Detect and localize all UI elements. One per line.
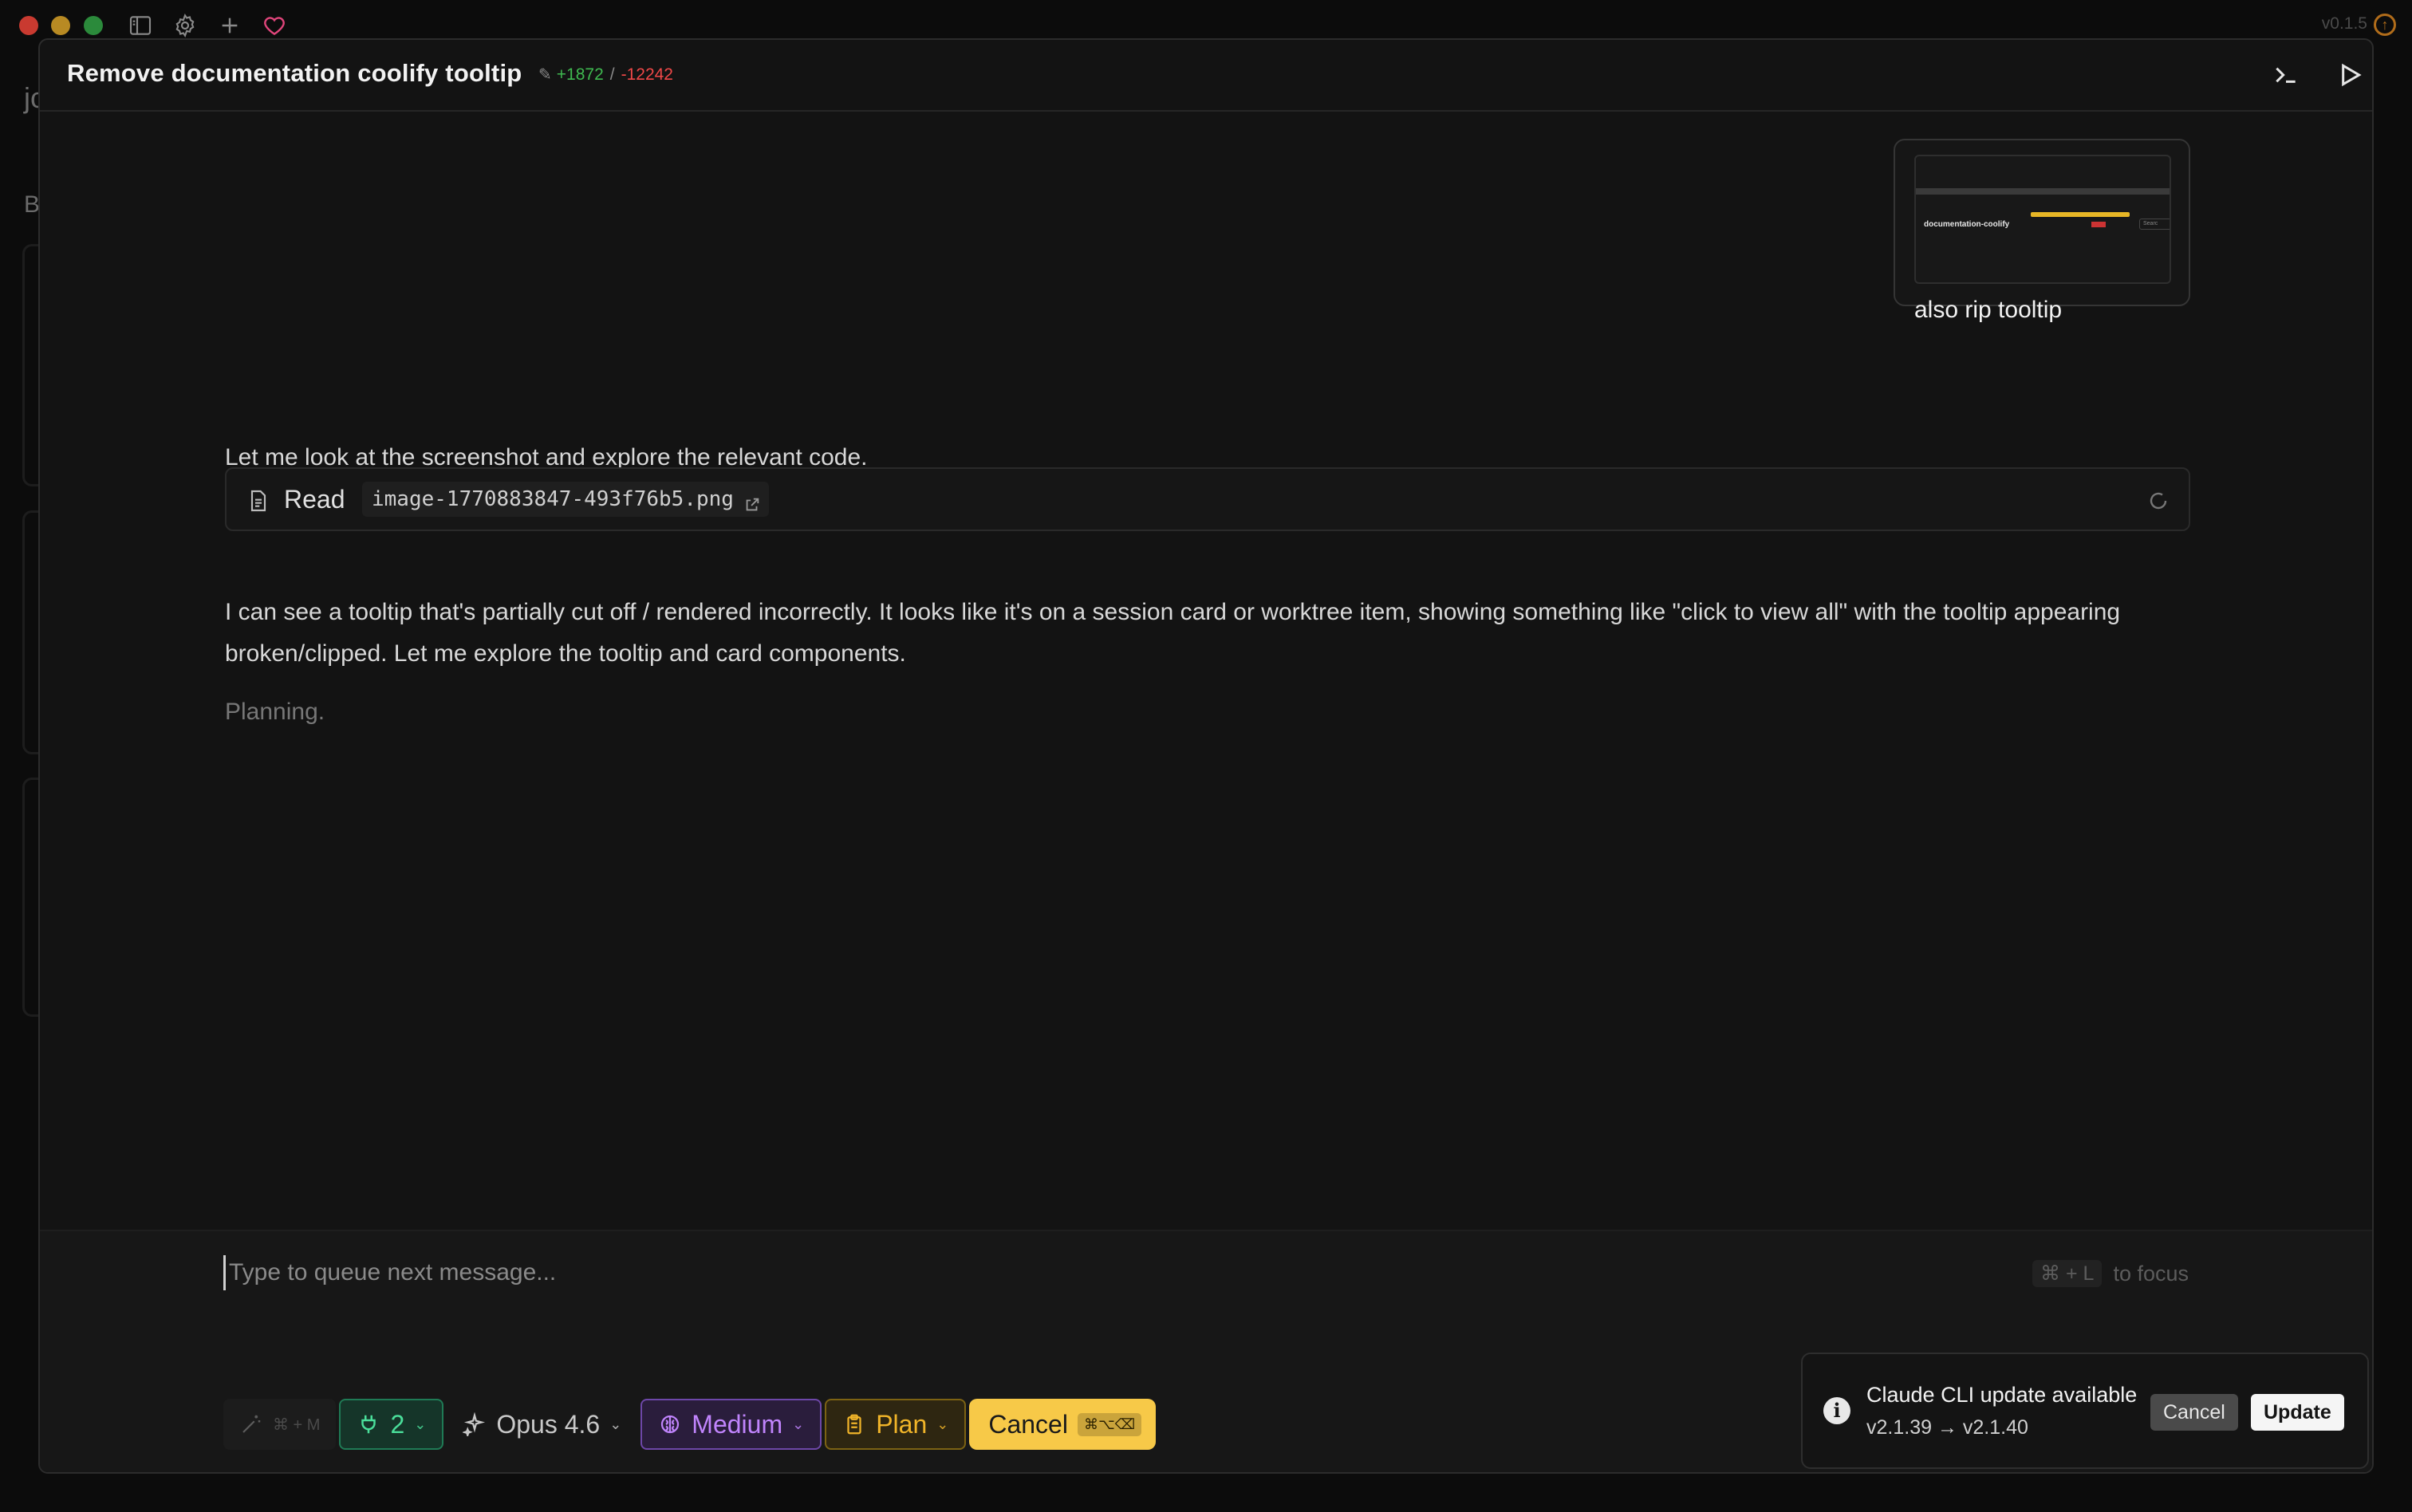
deletions-count: -12242 <box>621 65 673 84</box>
user-message: documentation-coolify Searc also rip too… <box>1894 139 2190 323</box>
chevron-down-icon: ⌄ <box>936 1416 949 1432</box>
planning-status: Planning. <box>225 699 325 725</box>
screenshot-thumbnail[interactable]: documentation-coolify Searc <box>1914 155 2171 284</box>
branch-count: 2 <box>390 1409 405 1439</box>
terminal-icon[interactable] <box>2270 59 2302 91</box>
enhance-prompt-button[interactable]: ⌘ + M <box>223 1399 337 1450</box>
play-icon[interactable] <box>2334 59 2366 91</box>
tool-call-row[interactable]: Read image-1770883847-493f76b5.png <box>225 467 2190 531</box>
toast-cancel-button[interactable]: Cancel <box>2150 1394 2238 1431</box>
session-modal: Remove documentation coolify tooltip ✎ +… <box>38 38 2374 1474</box>
file-path-text: image-1770883847-493f76b5.png <box>372 487 734 511</box>
mode-selector[interactable]: Plan ⌄ <box>825 1399 967 1450</box>
focus-shortcut: ⌘ + L <box>2032 1260 2103 1287</box>
loading-spinner-icon <box>2149 491 2168 510</box>
toast-update-button[interactable]: Update <box>2251 1394 2344 1431</box>
thumbnail-tooltip <box>2031 212 2130 217</box>
update-arrow-icon[interactable]: ↑ <box>2374 14 2396 36</box>
chevron-down-icon: ⌄ <box>414 1416 427 1432</box>
effort-selector[interactable]: Medium ⌄ <box>640 1399 822 1450</box>
diff-stats: ✎ +1872 / -12242 <box>538 65 673 85</box>
thumbnail-badge <box>2091 222 2106 227</box>
mode-name: Plan <box>876 1409 928 1439</box>
gear-icon[interactable] <box>172 13 198 38</box>
cancel-run-label: Cancel <box>988 1409 1068 1439</box>
focus-hint-label: to focus <box>2113 1261 2189 1286</box>
pencil-icon: ✎ <box>538 66 552 84</box>
brain-icon <box>661 1415 680 1434</box>
sidebar-icon[interactable] <box>128 13 153 38</box>
chevron-down-icon: ⌄ <box>792 1416 805 1432</box>
sparkle-icon <box>463 1412 486 1436</box>
model-selector[interactable]: Opus 4.6 ⌄ <box>447 1399 637 1450</box>
plus-icon[interactable] <box>217 13 242 38</box>
toast-title: Claude CLI update available <box>1866 1383 2138 1407</box>
update-toast: i Claude CLI update available v2.1.39 → … <box>1801 1353 2369 1469</box>
additions-count: +1872 <box>556 65 604 84</box>
thumbnail-bar <box>1916 188 2170 195</box>
branch-selector[interactable]: 2 ⌄ <box>339 1399 444 1450</box>
external-link-icon[interactable] <box>743 490 761 511</box>
session-header: Remove documentation coolify tooltip ✎ +… <box>40 40 2372 112</box>
user-message-text: also rip tooltip <box>1914 297 2063 323</box>
tool-call-label: Read <box>284 485 345 514</box>
maximize-window-button[interactable] <box>84 16 103 35</box>
thumbnail-caption: documentation-coolify <box>1924 220 2010 229</box>
diff-separator: / <box>609 65 615 84</box>
heart-icon[interactable] <box>262 13 287 38</box>
model-name: Opus 4.6 <box>496 1409 601 1439</box>
message-input[interactable] <box>223 1255 1819 1290</box>
tool-call-path[interactable]: image-1770883847-493f76b5.png <box>362 482 769 517</box>
enhance-shortcut: ⌘ + M <box>273 1416 321 1434</box>
chevron-down-icon: ⌄ <box>609 1416 622 1432</box>
close-window-button[interactable] <box>19 16 38 35</box>
minimize-window-button[interactable] <box>51 16 70 35</box>
composer-toolbar: ⌘ + M 2 ⌄ Opus 4.6 ⌄ Medium ⌄ Plan ⌄ Can… <box>223 1399 1157 1450</box>
assistant-message: I can see a tooltip that's partially cut… <box>225 599 2121 667</box>
magic-wand-icon <box>242 1415 261 1433</box>
app-version: v0.1.5 <box>2321 14 2367 33</box>
cancel-run-button[interactable]: Cancel ⌘⌥⌫ <box>969 1399 1157 1450</box>
plug-icon <box>361 1415 376 1434</box>
effort-level: Medium <box>692 1409 783 1439</box>
clipboard-icon <box>847 1414 861 1435</box>
session-title: Remove documentation coolify tooltip <box>67 59 522 87</box>
file-icon <box>246 486 271 515</box>
info-icon: i <box>1823 1397 1850 1424</box>
thumbnail-search: Searc <box>2139 219 2170 230</box>
focus-hint: ⌘ + L to focus <box>2032 1260 2189 1287</box>
toast-version-change: v2.1.39 → v2.1.40 <box>1866 1416 2028 1439</box>
background-label-fragment: B <box>24 191 41 218</box>
cancel-shortcut: ⌘⌥⌫ <box>1077 1412 1142 1436</box>
